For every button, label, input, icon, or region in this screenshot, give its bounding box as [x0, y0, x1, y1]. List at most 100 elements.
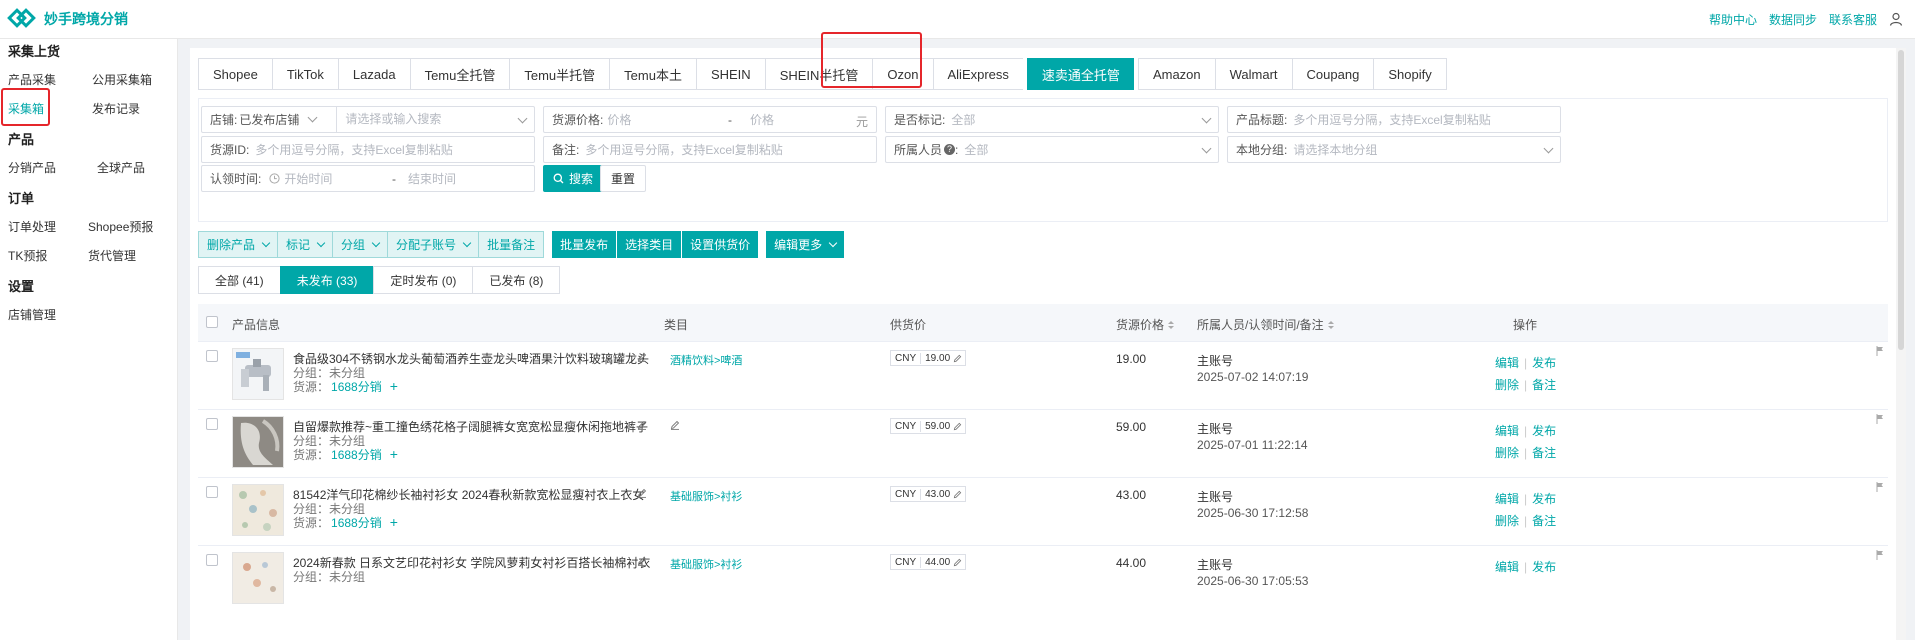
flag-icon[interactable] — [1876, 550, 1884, 560]
edit-title-icon[interactable] — [637, 352, 647, 362]
category-link[interactable]: 酒精饮料>啤酒 — [670, 352, 742, 368]
source-link[interactable]: 1688分销 — [331, 380, 382, 394]
batch-remark-button[interactable]: 批量备注 — [478, 231, 545, 258]
remark-input[interactable]: 备注: 多个用逗号分隔，支持Excel复制粘贴 — [543, 136, 877, 163]
product-image[interactable] — [232, 416, 284, 468]
flag-icon[interactable] — [1876, 346, 1884, 356]
store-select[interactable]: 店铺: 已发布店铺 请选择或输入搜索 — [201, 106, 535, 133]
column-source-price[interactable]: 货源价格 — [1116, 316, 1175, 333]
supply-price-field[interactable]: CNY 59.00 — [890, 418, 967, 434]
tab-tiktok[interactable]: TikTok — [271, 58, 338, 90]
plus-icon[interactable]: + — [390, 446, 398, 462]
category-link[interactable]: 基础服饰>衬衫 — [670, 488, 742, 504]
tab-shein[interactable]: SHEIN — [695, 58, 765, 90]
edit-price-icon[interactable] — [953, 490, 962, 499]
page-scrollbar[interactable] — [1896, 48, 1906, 640]
edit-price-icon[interactable] — [953, 558, 962, 567]
sidebar-item-store-management[interactable]: 店铺管理 — [8, 306, 56, 323]
select-all-checkbox[interactable] — [206, 316, 218, 328]
sidebar-item-forwarder-management[interactable]: 货代管理 — [88, 247, 136, 264]
tab-aliexpress-full[interactable]: 速卖通全托管 — [1026, 58, 1134, 90]
reset-button[interactable]: 重置 — [600, 165, 647, 192]
sidebar-item-publish-records[interactable]: 发布记录 — [92, 100, 140, 117]
sidebar-item-product-collect[interactable]: 产品采集 — [8, 71, 56, 88]
remark-button[interactable]: 备注 — [1532, 446, 1556, 460]
assign-subaccount-button[interactable]: 分配子账号 — [387, 231, 480, 258]
edit-button[interactable]: 编辑 — [1495, 356, 1519, 370]
local-group-select[interactable]: 本地分组: 请选择本地分组 — [1227, 136, 1561, 163]
remark-button[interactable]: 备注 — [1532, 514, 1556, 528]
status-tab-all[interactable]: 全部 (41) — [198, 266, 281, 294]
help-icon[interactable]: ? — [944, 144, 956, 155]
product-image[interactable] — [232, 348, 284, 400]
store-search-input[interactable]: 请选择或输入搜索 — [336, 107, 441, 132]
plus-icon[interactable]: + — [390, 378, 398, 394]
select-category-button[interactable]: 选择类目 — [617, 231, 683, 258]
status-tab-unpublished[interactable]: 未发布 (33) — [279, 266, 375, 294]
row-checkbox[interactable] — [206, 486, 218, 498]
delete-button[interactable]: 删除 — [1495, 514, 1519, 528]
tab-lazada[interactable]: Lazada — [337, 58, 410, 90]
row-checkbox[interactable] — [206, 554, 218, 566]
publish-button[interactable]: 发布 — [1532, 424, 1556, 438]
tab-temu-full[interactable]: Temu全托管 — [409, 58, 510, 90]
source-price-max[interactable]: 价格 — [750, 111, 774, 128]
column-owner[interactable]: 所属人员/认领时间/备注 — [1197, 316, 1334, 333]
edit-title-icon[interactable] — [637, 556, 647, 566]
claim-time-range[interactable]: 认领时间: 开始时间 - 结束时间 — [201, 165, 535, 192]
tab-shopee[interactable]: Shopee — [198, 58, 272, 90]
delete-button[interactable]: 删除 — [1495, 446, 1519, 460]
publish-button[interactable]: 发布 — [1532, 492, 1556, 506]
source-link[interactable]: 1688分销 — [331, 448, 382, 462]
row-checkbox[interactable] — [206, 418, 218, 430]
delete-button[interactable]: 删除 — [1495, 378, 1519, 392]
user-icon[interactable] — [1889, 12, 1903, 26]
edit-title-icon[interactable] — [637, 420, 647, 430]
supply-price-field[interactable]: CNY 19.00 — [890, 350, 967, 366]
claim-time-end[interactable]: 结束时间 — [408, 170, 456, 187]
source-price-range[interactable]: 货源价格: 价格 - 价格 元 — [543, 106, 877, 133]
app-logo[interactable]: 妙手跨境分销 — [7, 8, 128, 30]
status-tab-published[interactable]: 已发布 (8) — [472, 266, 561, 294]
sidebar-item-tk-forecast[interactable]: TK预报 — [8, 247, 47, 264]
tab-coupang[interactable]: Coupang — [1291, 58, 1374, 90]
scrollbar-thumb[interactable] — [1898, 50, 1904, 350]
set-supply-price-button[interactable]: 设置供货价 — [682, 231, 759, 258]
publish-button[interactable]: 发布 — [1532, 560, 1556, 574]
edit-more-button[interactable]: 编辑更多 — [766, 231, 845, 258]
product-image[interactable] — [232, 552, 284, 604]
status-tab-scheduled[interactable]: 定时发布 (0) — [373, 266, 474, 294]
tab-walmart[interactable]: Walmart — [1214, 58, 1292, 90]
source-link[interactable]: 1688分销 — [331, 516, 382, 530]
data-sync-link[interactable]: 数据同步 — [1769, 11, 1817, 28]
plus-icon[interactable]: + — [390, 514, 398, 530]
sidebar-item-global-products[interactable]: 全球产品 — [97, 159, 145, 176]
category-link[interactable]: 基础服饰>衬衫 — [670, 556, 742, 572]
source-price-min[interactable]: 价格 — [607, 111, 631, 128]
sidebar-item-order-processing[interactable]: 订单处理 — [8, 218, 56, 235]
batch-publish-button[interactable]: 批量发布 — [552, 231, 618, 258]
row-checkbox[interactable] — [206, 350, 218, 362]
edit-price-icon[interactable] — [953, 422, 962, 431]
edit-title-icon[interactable] — [637, 488, 647, 498]
search-button[interactable]: 搜索 — [543, 165, 604, 192]
tab-amazon[interactable]: Amazon — [1137, 58, 1215, 90]
sidebar-item-distribution-products[interactable]: 分销产品 — [8, 159, 56, 176]
delete-products-button[interactable]: 删除产品 — [198, 231, 279, 258]
tab-temu-semi[interactable]: Temu半托管 — [509, 58, 610, 90]
flag-icon[interactable] — [1876, 482, 1884, 492]
publish-button[interactable]: 发布 — [1532, 356, 1556, 370]
member-select[interactable]: 所属人员 ? : 全部 — [885, 136, 1219, 163]
supply-price-field[interactable]: CNY 43.00 — [890, 486, 967, 502]
group-button[interactable]: 分组 — [332, 231, 389, 258]
source-id-input[interactable]: 货源ID: 多个用逗号分隔，支持Excel复制粘贴 — [201, 136, 535, 163]
edit-price-icon[interactable] — [953, 354, 962, 363]
tab-temu-local[interactable]: Temu本土 — [609, 58, 696, 90]
product-image[interactable] — [232, 484, 284, 536]
supply-price-field[interactable]: CNY 44.00 — [890, 554, 967, 570]
remark-button[interactable]: 备注 — [1532, 378, 1556, 392]
help-center-link[interactable]: 帮助中心 — [1709, 11, 1757, 28]
edit-button[interactable]: 编辑 — [1495, 492, 1519, 506]
marked-select[interactable]: 是否标记: 全部 — [885, 106, 1219, 133]
flag-icon[interactable] — [1876, 414, 1884, 424]
